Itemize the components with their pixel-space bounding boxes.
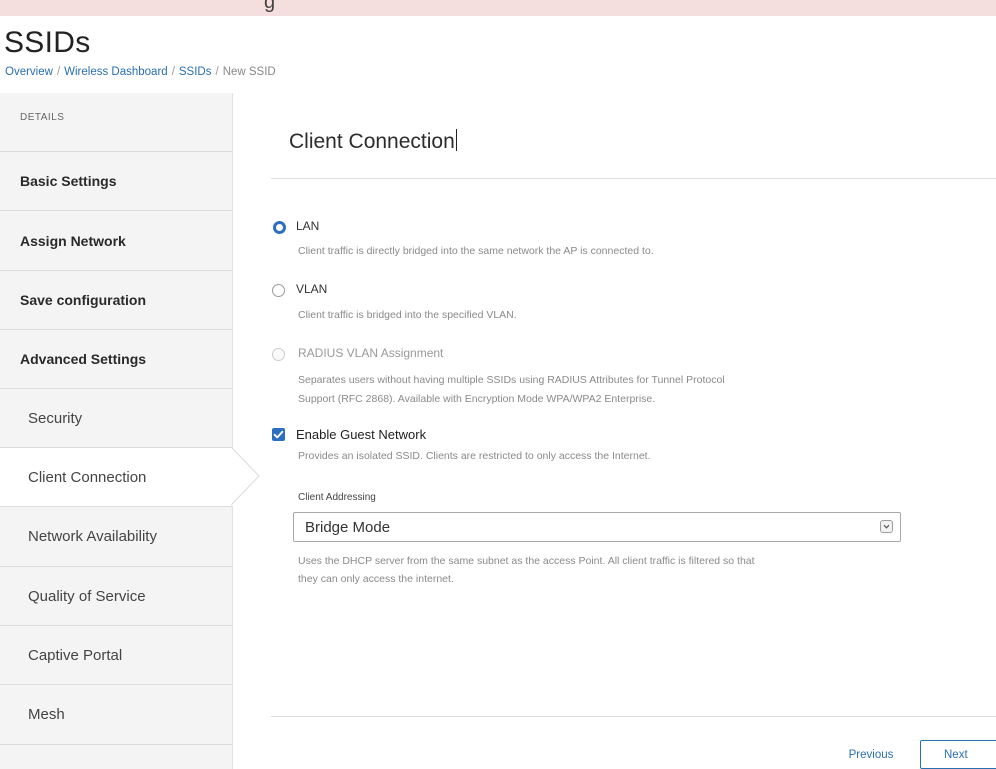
top-strip-text: g xyxy=(264,0,276,13)
breadcrumb-separator: / xyxy=(56,66,61,78)
guest-network-label[interactable]: Enable Guest Network xyxy=(296,427,426,442)
sidebar-item-captive-portal[interactable]: Captive Portal xyxy=(0,626,232,685)
section-title-text: Client Connection xyxy=(289,130,455,153)
sidebar-item-network-availability[interactable]: Network Availability xyxy=(0,507,232,567)
sidebar-item-quality-of-service[interactable]: Quality of Service xyxy=(0,567,232,626)
sidebar-item-mesh[interactable]: Mesh xyxy=(0,685,232,745)
client-addressing-label: Client Addressing xyxy=(298,492,376,503)
chevron-down-icon[interactable] xyxy=(880,520,893,533)
breadcrumb-separator: / xyxy=(215,66,219,78)
option-vlan-description: Client traffic is bridged into the speci… xyxy=(298,309,517,321)
next-button[interactable]: Next xyxy=(920,740,996,769)
radio-vlan[interactable] xyxy=(272,284,285,297)
sidebar: DETAILS Basic Settings Assign Network Sa… xyxy=(0,93,233,769)
guest-network-checkbox[interactable] xyxy=(272,428,285,441)
breadcrumb-current: New SSID xyxy=(222,66,276,78)
footer-divider xyxy=(271,716,996,717)
client-addressing-help-line1: Uses the DHCP server from the same subne… xyxy=(298,555,755,567)
section-divider xyxy=(271,178,996,179)
option-radius-vlan-label: RADIUS VLAN Assignment xyxy=(298,346,444,360)
option-lan-label[interactable]: LAN xyxy=(296,219,319,233)
radio-radius-vlan-assignment xyxy=(272,348,285,361)
sidebar-header: DETAILS xyxy=(0,93,232,152)
option-radius-vlan-description-line2: Support (RFC 2868). Available with Encry… xyxy=(298,393,656,405)
breadcrumb-wireless-dashboard[interactable]: Wireless Dashboard xyxy=(64,66,168,78)
sidebar-item-security[interactable]: Security xyxy=(0,389,232,448)
previous-button[interactable]: Previous xyxy=(838,741,904,769)
breadcrumb-separator: / xyxy=(171,66,175,78)
sidebar-item-save-configuration[interactable]: Save configuration xyxy=(0,271,232,330)
breadcrumb-ssids[interactable]: SSIDs xyxy=(179,66,212,78)
top-strip: g xyxy=(0,0,996,16)
option-radius-vlan-description-line1: Separates users without having multiple … xyxy=(298,374,725,386)
radio-lan[interactable] xyxy=(273,221,286,234)
sidebar-item-assign-network[interactable]: Assign Network xyxy=(0,211,232,271)
sidebar-item-basic-settings[interactable]: Basic Settings xyxy=(0,152,232,211)
option-lan-description: Client traffic is directly bridged into … xyxy=(298,245,654,257)
client-addressing-select[interactable]: Bridge Mode xyxy=(293,512,901,542)
breadcrumb-overview[interactable]: Overview xyxy=(5,66,53,78)
page-title: SSIDs xyxy=(4,26,91,59)
option-vlan-label[interactable]: VLAN xyxy=(296,282,327,296)
check-icon xyxy=(273,430,284,439)
text-caret xyxy=(455,129,457,151)
sidebar-item-advanced-settings[interactable]: Advanced Settings xyxy=(0,330,232,389)
guest-network-description: Provides an isolated SSID. Clients are r… xyxy=(298,450,651,462)
section-title: Client Connection xyxy=(289,129,457,154)
client-addressing-help-line2: they can only access the internet. xyxy=(298,573,454,585)
client-addressing-value: Bridge Mode xyxy=(305,519,391,536)
sidebar-item-client-connection[interactable]: Client Connection xyxy=(0,448,233,507)
breadcrumb: Overview / Wireless Dashboard / SSIDs / New SS… xyxy=(5,66,276,78)
